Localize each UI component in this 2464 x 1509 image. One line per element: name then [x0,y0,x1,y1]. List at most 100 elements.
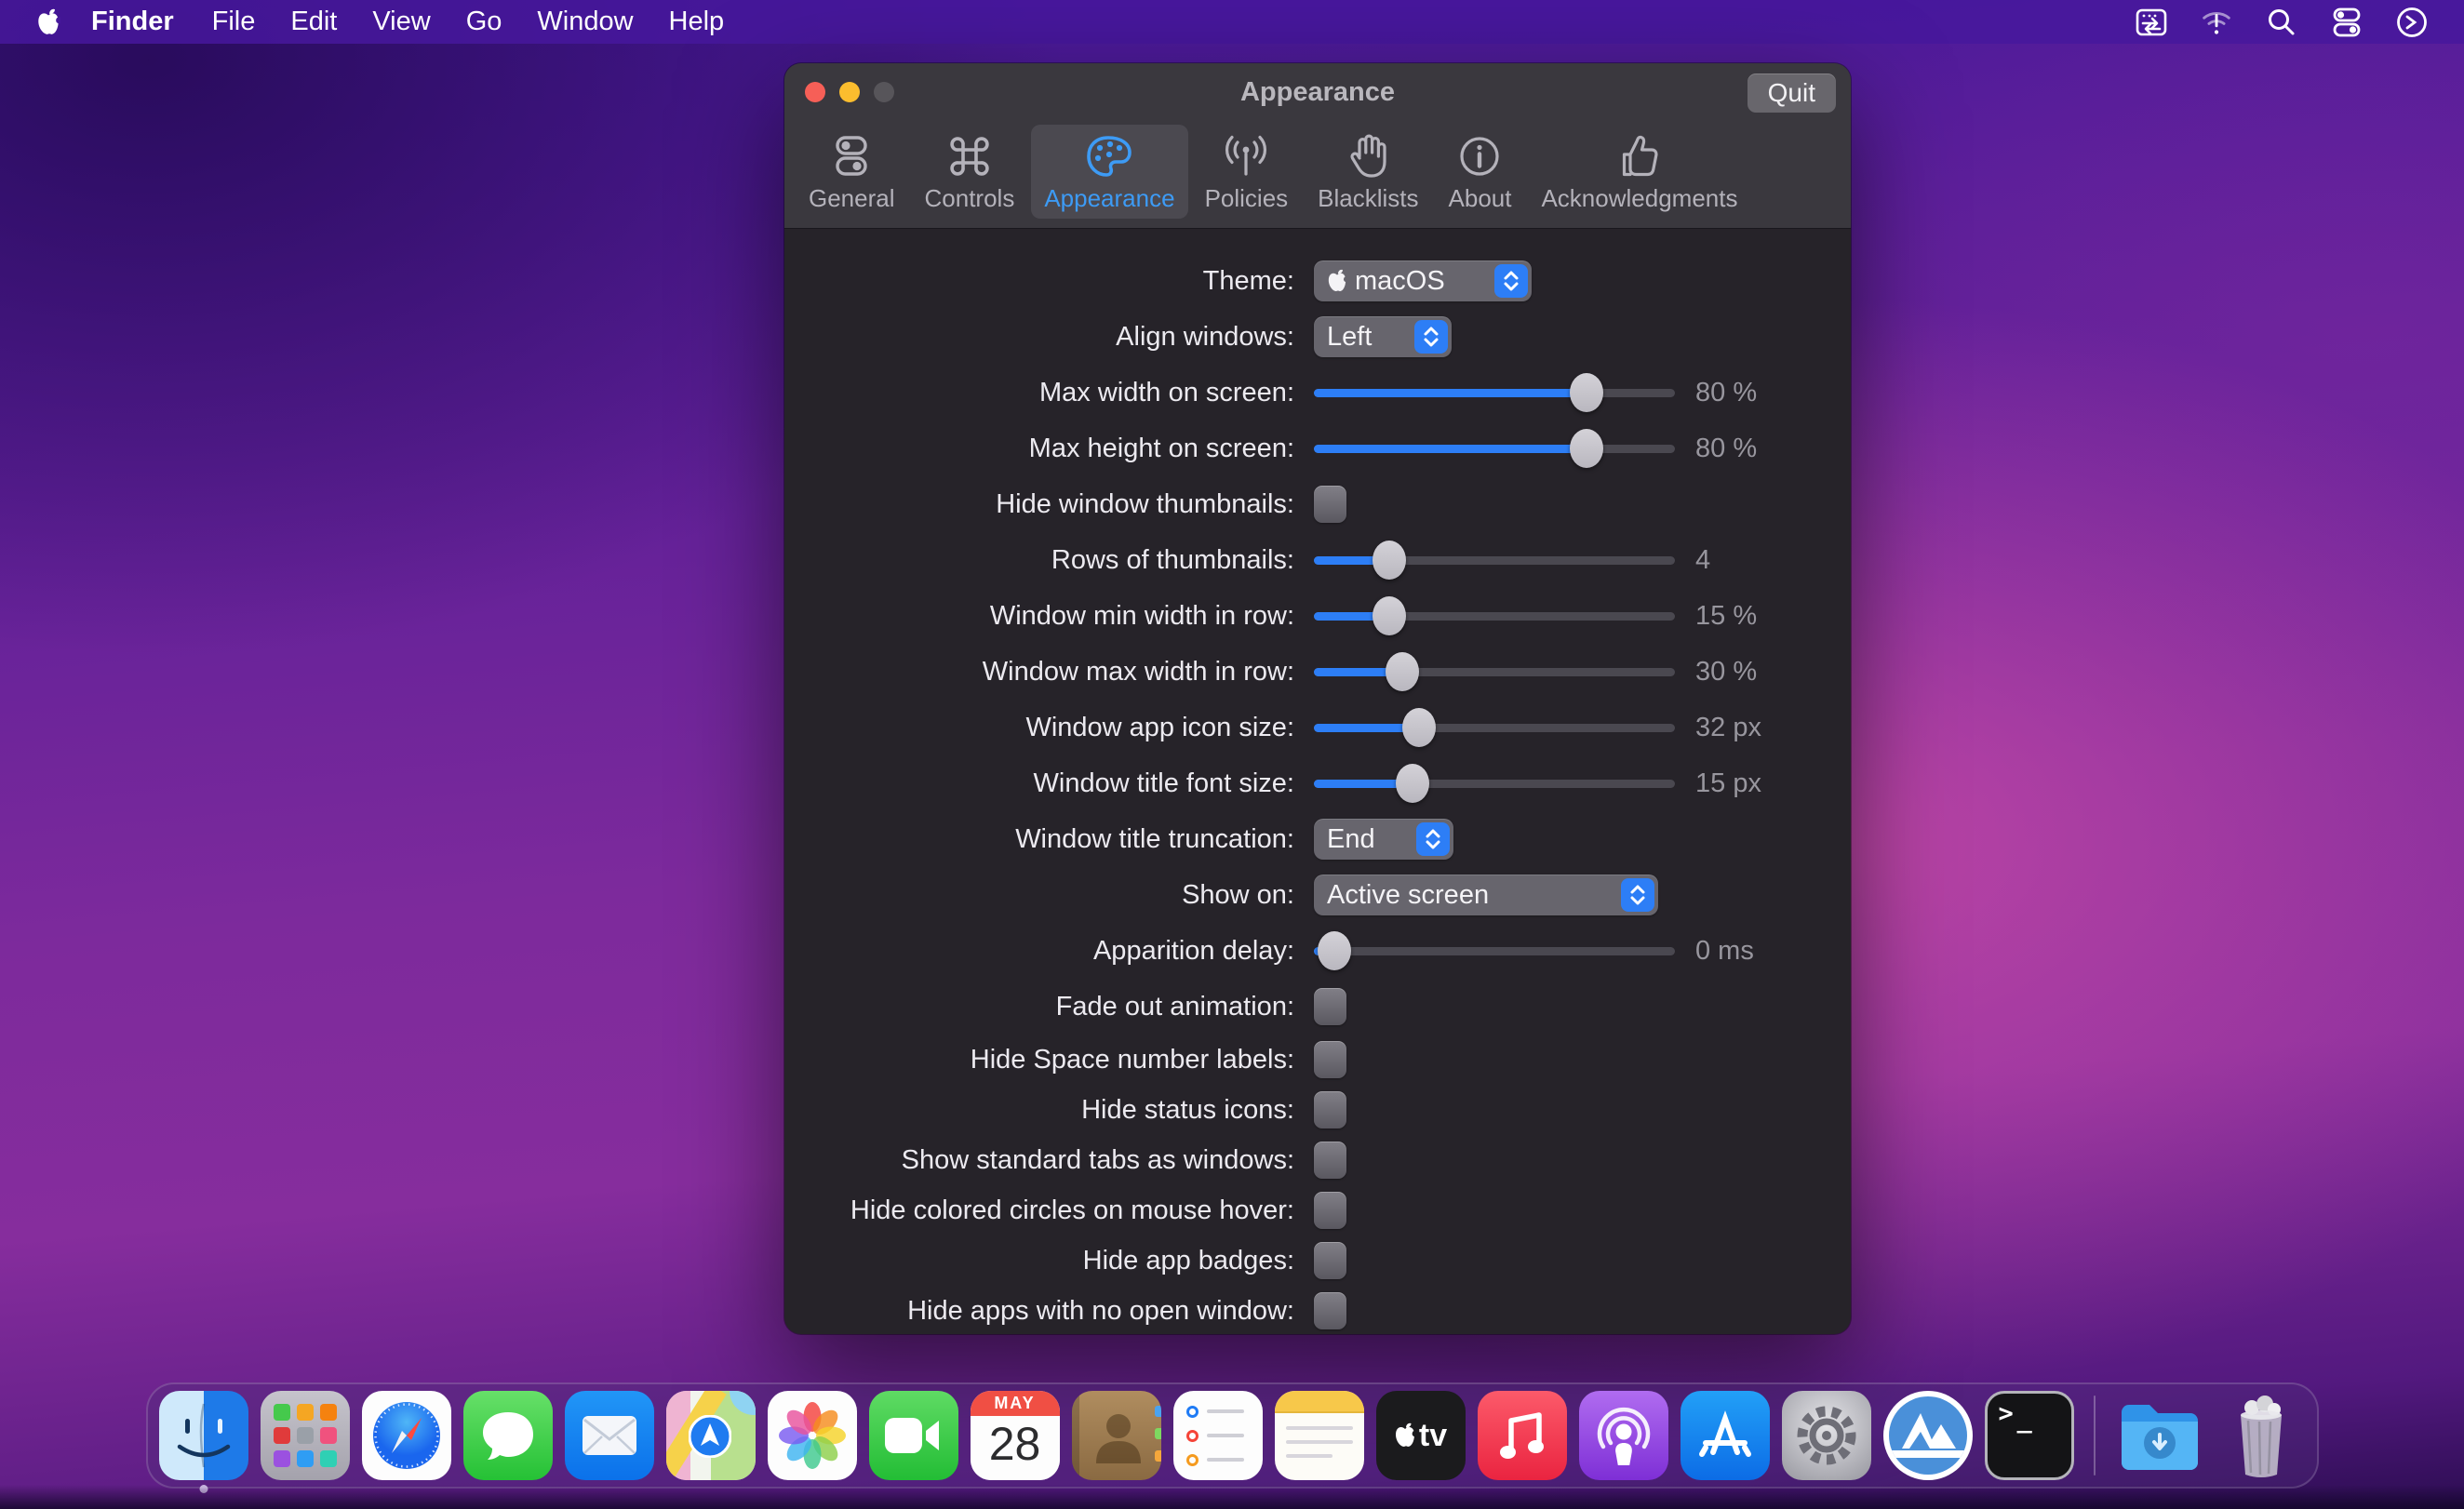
slider-thumb[interactable] [1570,373,1603,412]
quit-button[interactable]: Quit [1748,73,1836,113]
checkbox-hide-window-thumbnails[interactable] [1314,486,1346,523]
dock-messages-icon[interactable] [463,1391,553,1480]
slider-window-title-font-size[interactable] [1314,763,1675,804]
dock-launchpad-icon[interactable] [261,1391,350,1480]
menu-item-edit[interactable]: Edit [273,0,355,44]
menu-item-window[interactable]: Window [519,0,650,44]
slider-track[interactable] [1314,389,1675,397]
control-align-windows: Left [1314,316,1452,357]
dock-safari-icon[interactable] [362,1391,451,1480]
slider-max-width-on-screen[interactable] [1314,372,1675,413]
tab-about[interactable]: About [1436,125,1525,219]
dropdown-align-windows[interactable]: Left [1314,316,1452,357]
slider-thumb[interactable] [1318,931,1351,970]
slider-max-height-on-screen[interactable] [1314,428,1675,469]
apple-menu-icon[interactable] [32,8,65,36]
slider-thumb[interactable] [1570,429,1603,468]
window-switcher-icon[interactable] [2133,4,2170,41]
checkbox-fade-out-animation[interactable] [1314,988,1346,1025]
setting-row-window-title-font-size: Window title font size: 15 px [784,755,1851,811]
dock-contacts-icon[interactable] [1072,1391,1161,1480]
setting-row-hide-status-icons: Hide status icons: [784,1085,1851,1135]
checkbox-show-standard-tabs-as-windows[interactable] [1314,1142,1346,1179]
slider-thumb[interactable] [1396,764,1429,803]
slider-rows-of-thumbnails[interactable] [1314,540,1675,581]
wifi-warning-icon[interactable] [2198,4,2235,41]
dock-music-icon[interactable] [1478,1391,1567,1480]
checkbox-hide-space-number-labels[interactable] [1314,1041,1346,1078]
setting-row-theme: Theme: macOS [784,253,1851,309]
tab-controls[interactable]: Controls [912,125,1028,219]
checkbox-hide-apps-with-no-open-window[interactable] [1314,1292,1346,1329]
dock-alttab-icon[interactable] [1883,1391,1973,1480]
dropdown-value: Left [1327,322,1372,353]
slider-fill [1314,780,1404,788]
setting-row-hide-space-number-labels: Hide Space number labels: [784,1035,1851,1085]
menu-item-help[interactable]: Help [651,0,743,44]
slider-track[interactable] [1314,724,1675,732]
slider-track[interactable] [1314,445,1675,453]
slider-apparition-delay[interactable] [1314,930,1675,971]
dock-trash-icon[interactable] [2216,1391,2306,1480]
dock-maps-icon[interactable] [666,1391,756,1480]
dropdown-window-title-truncation[interactable]: End [1314,819,1453,860]
checkbox-hide-colored-circles-on-mouse-hover[interactable] [1314,1192,1346,1229]
dock-facetime-icon[interactable] [869,1391,958,1480]
slider-track[interactable] [1314,612,1675,621]
dock-reminders-icon[interactable] [1173,1391,1263,1480]
tab-acknowledgments[interactable]: Acknowledgments [1528,125,1750,219]
dock-tv-icon[interactable]: tv [1376,1391,1466,1480]
tab-appearance[interactable]: Appearance [1031,125,1187,219]
setting-row-apparition-delay: Apparition delay: 0 ms [784,923,1851,979]
label-hide-status-icons: Hide status icons: [784,1095,1294,1126]
slider-fill [1314,724,1412,732]
dock-terminal-icon[interactable]: > _ [1985,1391,2074,1480]
slider-track[interactable] [1314,556,1675,565]
slider-track[interactable] [1314,947,1675,955]
slider-track[interactable] [1314,668,1675,676]
menu-item-go[interactable]: Go [449,0,520,44]
dock-appstore-icon[interactable] [1681,1391,1770,1480]
slider-thumb[interactable] [1386,652,1419,691]
slider-thumb[interactable] [1373,596,1406,635]
menu-bar: FinderFileEditViewGoWindowHelp [0,0,2464,44]
tab-blacklists[interactable]: Blacklists [1305,125,1431,219]
stepper-arrows-icon [1416,822,1450,856]
slider-track[interactable] [1314,780,1675,788]
dock-mail-icon[interactable] [565,1391,654,1480]
control-window-min-width-in-row: 15 % [1314,595,1757,636]
tab-policies[interactable]: Policies [1192,125,1302,219]
spotlight-search-icon[interactable] [2263,4,2300,41]
window-titlebar[interactable]: Appearance Quit [784,63,1851,121]
dock-podcasts-icon[interactable] [1579,1391,1668,1480]
slider-window-app-icon-size[interactable] [1314,707,1675,748]
menu-item-finder[interactable]: Finder [71,0,194,44]
label-apparition-delay: Apparition delay: [784,936,1294,967]
user-circle-icon[interactable] [2393,4,2431,41]
dock-calendar-icon[interactable]: MAY 28 [971,1391,1060,1480]
dock-photos-icon[interactable] [768,1391,857,1480]
slider-window-min-width-in-row[interactable] [1314,595,1675,636]
menu-item-view[interactable]: View [355,0,448,44]
dock-finder-icon[interactable] [159,1391,248,1480]
dock-notes-icon[interactable] [1275,1391,1364,1480]
label-hide-colored-circles-on-mouse-hover: Hide colored circles on mouse hover: [784,1195,1294,1226]
menu-item-file[interactable]: File [194,0,274,44]
antenna-icon [1224,132,1268,180]
setting-row-max-width-on-screen: Max width on screen: 80 % [784,365,1851,421]
checkbox-hide-app-badges[interactable] [1314,1242,1346,1279]
slider-thumb[interactable] [1373,541,1406,580]
slider-thumb[interactable] [1402,708,1436,747]
control-center-icon[interactable] [2328,4,2365,41]
dock-systempreferences-icon[interactable] [1782,1391,1871,1480]
setting-row-window-min-width-in-row: Window min width in row: 15 % [784,588,1851,644]
checkbox-hide-status-icons[interactable] [1314,1091,1346,1128]
dock-downloads-icon[interactable] [2115,1391,2204,1480]
stepper-arrows-icon [1494,264,1528,298]
window-title: Appearance [784,77,1851,108]
dropdown-show-on[interactable]: Active screen [1314,875,1658,915]
dropdown-theme[interactable]: macOS [1314,260,1532,301]
slider-window-max-width-in-row[interactable] [1314,651,1675,692]
setting-row-window-app-icon-size: Window app icon size: 32 px [784,700,1851,755]
tab-general[interactable]: General [796,125,908,219]
